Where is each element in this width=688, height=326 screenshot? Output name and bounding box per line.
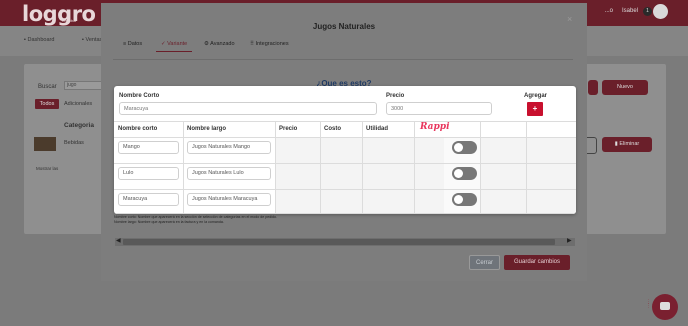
- add-label: Agregar: [524, 93, 548, 99]
- short-name-label: Nombre Corto: [119, 93, 160, 99]
- grid-icon: ⠿: [250, 41, 255, 47]
- rappi-toggle[interactable]: [452, 167, 477, 180]
- tab-datos[interactable]: ≡ Datos: [123, 41, 142, 47]
- tab-integraciones[interactable]: ⠿ Integraciones: [250, 41, 289, 47]
- tab-all[interactable]: Todos: [35, 99, 59, 109]
- column-header-cost: Costo: [324, 126, 341, 132]
- search-label: Buscar: [38, 84, 57, 90]
- notification-badge[interactable]: 1: [643, 7, 652, 16]
- row-long-name-input[interactable]: Jugos Naturales Mango: [187, 141, 271, 154]
- active-tab-indicator: [156, 51, 192, 52]
- user-name[interactable]: Isabel: [622, 8, 638, 14]
- save-button[interactable]: Guardar cambios: [504, 255, 570, 270]
- price-label: Precio: [386, 93, 405, 99]
- rappi-logo: Rappi: [420, 122, 450, 132]
- new-button[interactable]: Nuevo: [602, 80, 648, 95]
- close-button[interactable]: Cerrar: [469, 255, 500, 270]
- scrollbar-thumb[interactable]: [123, 239, 555, 245]
- legend-long-name: Nombre largo: Nombre que aparecerá en la…: [114, 220, 224, 224]
- scroll-left-icon[interactable]: ◀: [116, 237, 121, 244]
- column-header-utility: Utilidad: [366, 126, 388, 132]
- column-header-price: Precio: [279, 126, 298, 132]
- rappi-toggle[interactable]: [452, 193, 477, 206]
- product-thumbnail: [34, 137, 56, 151]
- delete-button[interactable]: ▮ Eliminar: [602, 137, 652, 152]
- pager-text: Mostrar las: [36, 166, 59, 171]
- chat-icon: [660, 302, 670, 310]
- column-header-long-name: Nombre largo: [187, 126, 227, 132]
- navbar-text: ...o: [604, 8, 613, 14]
- tab-divider: [113, 59, 573, 60]
- nav-item-ventas[interactable]: ▪ Ventas: [82, 37, 102, 43]
- chat-drag-handle[interactable]: ⋮ ⋮: [646, 300, 651, 309]
- app-logo[interactable]: loggro: [22, 2, 96, 26]
- avatar[interactable]: [653, 4, 668, 19]
- list-icon: ≡: [123, 41, 127, 47]
- nav-item-dashboard[interactable]: ▪ Dashboard: [24, 37, 54, 43]
- chat-button[interactable]: [652, 294, 678, 320]
- modal-title: Jugos Naturales: [312, 22, 376, 31]
- add-variant-button[interactable]: +: [527, 102, 543, 116]
- tab-avanzado[interactable]: ⚙ Avanzado: [204, 41, 235, 47]
- rappi-toggle[interactable]: [452, 141, 477, 154]
- row-short-name-input[interactable]: Mango: [118, 141, 179, 154]
- legend-short-name: Nombre corto: Nombre que aparecerá en la…: [114, 215, 278, 219]
- scroll-right-icon[interactable]: ▶: [567, 237, 572, 244]
- tab-additional[interactable]: Adicionales: [64, 101, 92, 107]
- short-name-input[interactable]: [119, 102, 377, 115]
- row-long-name-input[interactable]: Jugos Naturales Maracuya: [187, 193, 271, 206]
- close-icon[interactable]: ×: [567, 14, 572, 24]
- row-short-name-input[interactable]: Maracuya: [118, 193, 179, 206]
- column-header-short-name: Nombre corto: [118, 126, 158, 132]
- gear-icon: ⚙: [204, 41, 209, 47]
- variant-dialog: Nombre Corto Precio Agregar + Nombre cor…: [114, 86, 576, 214]
- check-icon: ✓: [161, 41, 166, 47]
- category-column-header: Categoria: [64, 122, 94, 129]
- bg-action-button[interactable]: [588, 80, 598, 95]
- row-long-name-input[interactable]: Jugos Naturales Lulo: [187, 167, 271, 180]
- category-cell: Bebidas: [64, 140, 84, 146]
- row-short-name-input[interactable]: Lulo: [118, 167, 179, 180]
- variants-table: Nombre corto Nombre largo Precio Costo U…: [114, 121, 576, 214]
- tab-variante[interactable]: ✓ Variante: [161, 41, 187, 47]
- price-input[interactable]: [386, 102, 492, 115]
- app-logo-subtitle: restobar: [62, 18, 77, 23]
- search-input[interactable]: jugo: [64, 81, 104, 90]
